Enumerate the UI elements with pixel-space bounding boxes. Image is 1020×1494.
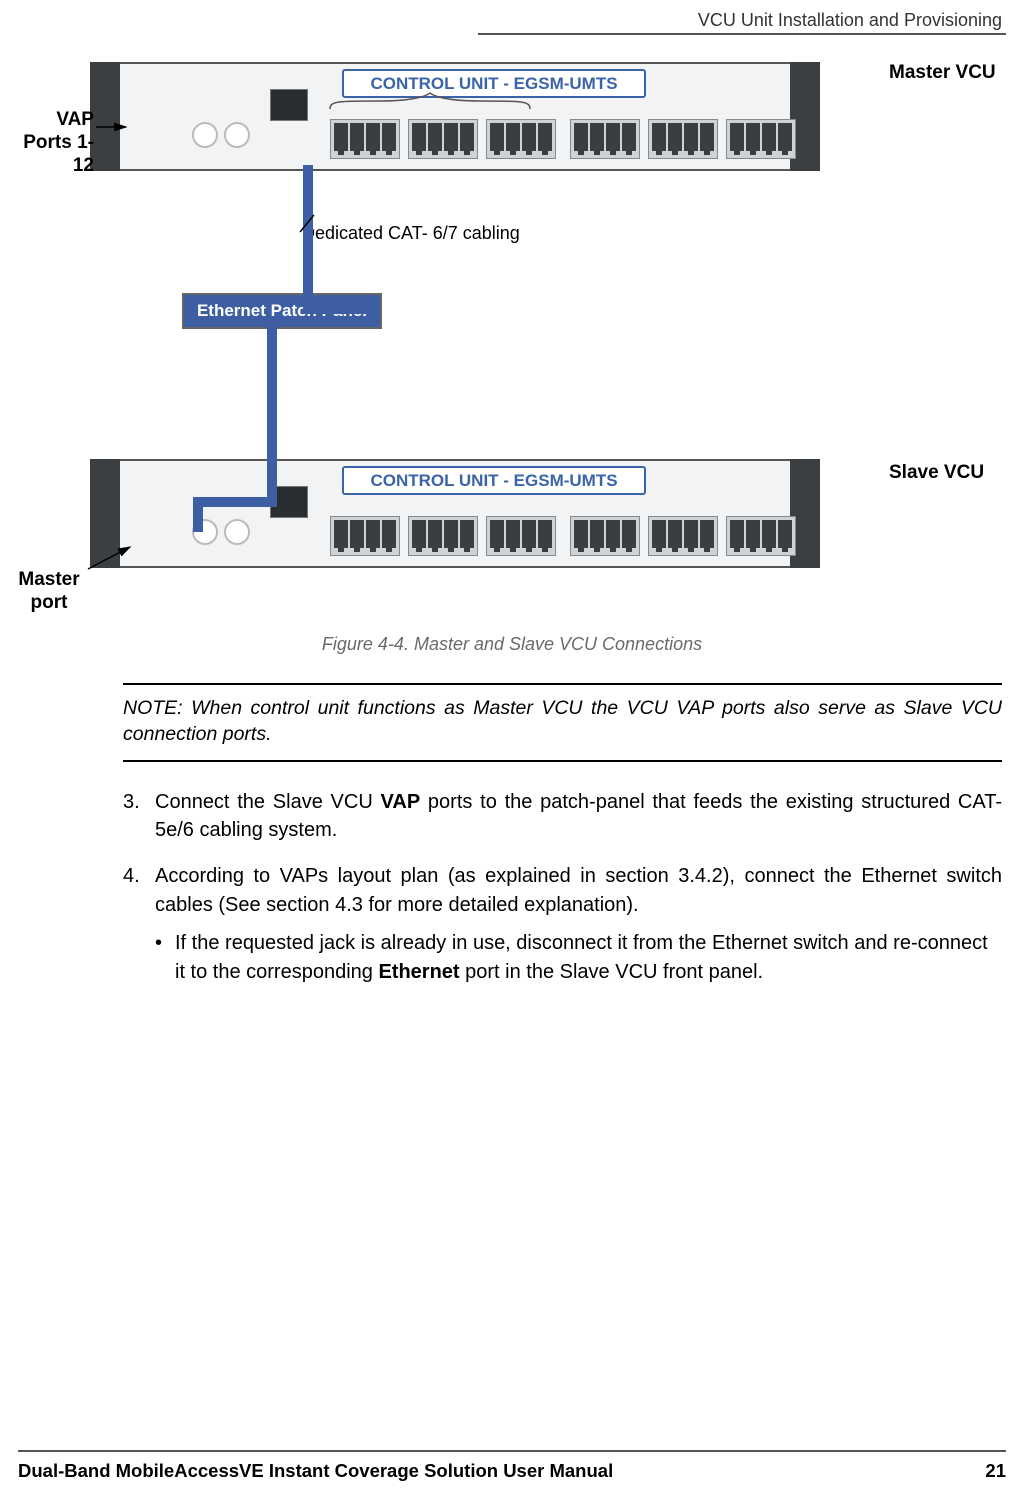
section-header: VCU Unit Installation and Provisioning: [478, 10, 1006, 33]
footer-page-number: 21: [985, 1460, 1006, 1482]
note-box: NOTE: When control unit functions as Mas…: [123, 683, 1002, 762]
annot-vap-ports: VAP Ports 1-12: [4, 109, 94, 177]
page-footer: Dual-Band MobileAccessVE Instant Coverag…: [18, 1460, 1006, 1482]
step-number: 3.: [123, 788, 155, 845]
master-vcu-unit: CONTROL UNIT - EGSM-UMTS: [118, 62, 792, 171]
step-text-bold: VAP: [381, 791, 421, 813]
annot-dedicated-cabling: Dedicated CAT- 6/7 cabling: [302, 222, 520, 245]
annot-patch-panel: Ethernet Patch Panel: [182, 293, 382, 329]
page: VCU Unit Installation and Provisioning C…: [0, 0, 1020, 1494]
footer-manual-title: Dual-Band MobileAccessVE Instant Coverag…: [18, 1460, 613, 1482]
footer-rule: [18, 1450, 1006, 1452]
bullet-bold: Ethernet: [378, 961, 459, 983]
header-rule: VCU Unit Installation and Provisioning: [478, 10, 1006, 35]
annot-master-vcu: Master VCU: [889, 62, 1020, 85]
bullet-post: port in the Slave VCU front panel.: [460, 961, 764, 983]
body-content: 3. Connect the Slave VCU VAP ports to th…: [123, 788, 1002, 992]
bullet-item: • If the requested jack is already in us…: [155, 929, 1002, 986]
step-3: 3. Connect the Slave VCU VAP ports to th…: [123, 788, 1002, 845]
step-text-pre: According to VAPs layout plan (as explai…: [155, 865, 1002, 915]
step-number: 4.: [123, 862, 155, 992]
unit-title-box: CONTROL UNIT - EGSM-UMTS: [342, 466, 646, 495]
figure-caption: Figure 4-4. Master and Slave VCU Connect…: [18, 634, 1006, 655]
step-text-pre: Connect the Slave VCU: [155, 791, 381, 813]
figure-master-slave-vcu: CONTROL UNIT - EGSM-UMTS CONTROL UNIT - …: [18, 57, 1008, 622]
annot-slave-vcu: Slave VCU: [889, 462, 1020, 485]
unit-title-box: CONTROL UNIT - EGSM-UMTS: [342, 69, 646, 98]
annot-master-port: Master port: [4, 569, 94, 615]
step-4: 4. According to VAPs layout plan (as exp…: [123, 862, 1002, 992]
slave-vcu-unit: CONTROL UNIT - EGSM-UMTS: [118, 459, 792, 568]
